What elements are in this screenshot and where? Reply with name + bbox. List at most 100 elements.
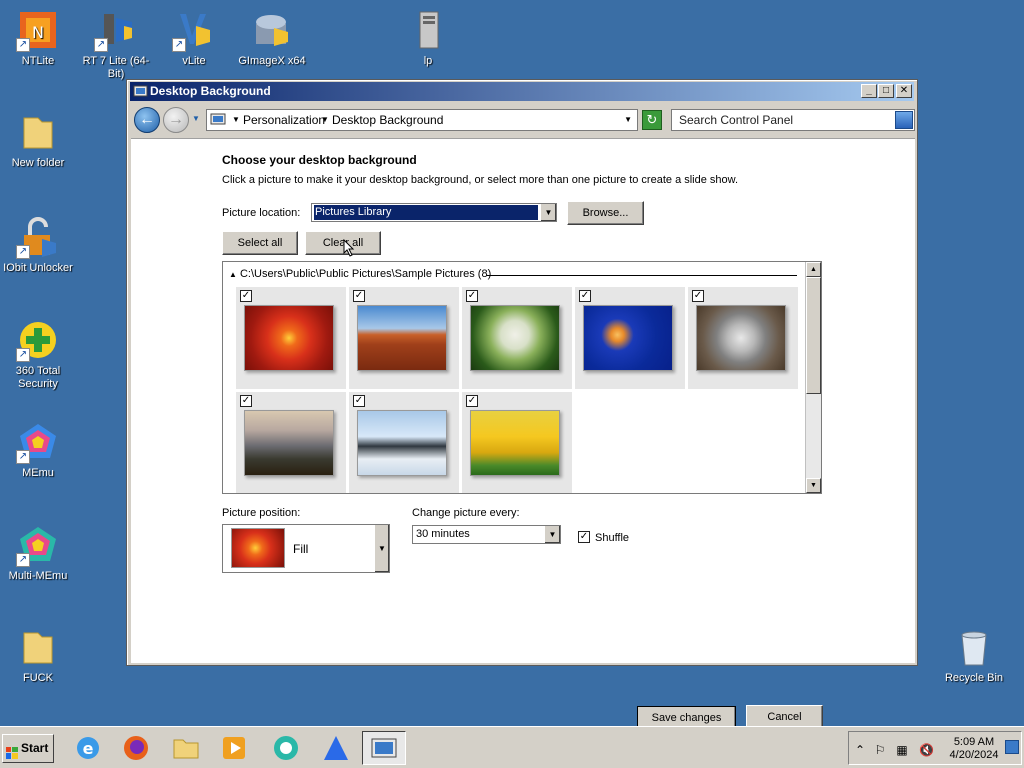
- blue-app-icon: [324, 736, 348, 760]
- show-hidden-icons-icon[interactable]: ⌃: [853, 743, 867, 757]
- picture-tile-lighthouse[interactable]: ✓: [236, 392, 346, 493]
- window-titlebar[interactable]: Desktop Background _ □ ✕: [130, 82, 914, 101]
- show-desktop-button[interactable]: [1005, 740, 1019, 754]
- back-button[interactable]: ←: [134, 107, 160, 133]
- clock[interactable]: 5:09 AM 4/20/2024: [943, 736, 1005, 762]
- taskbar-internet-explorer[interactable]: e: [66, 731, 110, 765]
- desktop-icon-iobit-unlocker[interactable]: ↗ IObit Unlocker: [0, 215, 76, 275]
- taskbar-firefox[interactable]: [114, 731, 158, 765]
- picture-tile-chrysanthemum[interactable]: ✓: [236, 287, 346, 389]
- start-label: Start: [21, 741, 49, 755]
- picture-position-label: Picture position:: [222, 507, 301, 519]
- network-icon[interactable]: ▦: [895, 743, 909, 757]
- desktop-icon-memu[interactable]: ↗ MEmu: [0, 420, 76, 480]
- scroll-thumb[interactable]: [806, 277, 821, 394]
- picture-position-select[interactable]: Fill ▼: [222, 524, 390, 573]
- picture-checkbox[interactable]: ✓: [240, 290, 252, 302]
- start-button[interactable]: Start: [2, 734, 54, 763]
- browse-button[interactable]: Browse...: [567, 201, 644, 225]
- scroll-up-arrow-icon[interactable]: ▲: [806, 262, 821, 277]
- address-dropdown-icon[interactable]: ▼: [624, 110, 632, 130]
- chevron-down-icon[interactable]: ▼: [540, 204, 556, 221]
- koala-picture: [696, 305, 786, 371]
- taskbar-media-player[interactable]: [212, 731, 256, 765]
- picture-tile-jellyfish[interactable]: ✓: [575, 287, 685, 389]
- chevron-down-icon[interactable]: ▼: [321, 110, 329, 130]
- volume-muted-icon[interactable]: 🔇: [919, 743, 934, 757]
- picture-checkbox[interactable]: ✓: [240, 395, 252, 407]
- picture-checkbox[interactable]: ✓: [692, 290, 704, 302]
- picture-checkbox[interactable]: ✓: [353, 395, 365, 407]
- taskbar-control-panel[interactable]: [362, 731, 406, 765]
- select-all-button[interactable]: Select all: [222, 231, 298, 255]
- address-field[interactable]: ▼ Personalization ▼ Desktop Background ▼: [206, 109, 638, 131]
- shortcut-arrow-icon: ↗: [94, 38, 108, 52]
- desktop-background-window: Desktop Background _ □ ✕ ← → ▼ ▼ Persona…: [126, 79, 918, 730]
- picture-location-select[interactable]: Pictures Library ▼: [311, 203, 557, 222]
- collapse-icon[interactable]: ▲: [229, 270, 237, 279]
- page-title: Choose your desktop background: [222, 153, 417, 167]
- desktop-icon-recycle-bin[interactable]: Recycle Bin: [936, 625, 1012, 685]
- hydrangeas-picture: [470, 305, 560, 371]
- picture-checkbox[interactable]: ✓: [466, 290, 478, 302]
- desktop-icon-360-security[interactable]: ↗ 360 Total Security: [0, 318, 76, 391]
- shuffle-label[interactable]: Shuffle: [595, 532, 629, 544]
- gallery-scrollbar[interactable]: ▲ ▼: [805, 262, 821, 493]
- search-input[interactable]: Search Control Panel: [671, 109, 915, 131]
- forward-button[interactable]: →: [163, 107, 189, 133]
- unlock-icon: ↗: [16, 215, 60, 259]
- desktop-icon-fuck-folder[interactable]: FUCK: [0, 625, 76, 685]
- picture-checkbox[interactable]: ✓: [353, 290, 365, 302]
- chrysanthemum-picture: [244, 305, 334, 371]
- picture-tile-hydrangeas[interactable]: ✓: [462, 287, 572, 389]
- picture-checkbox[interactable]: ✓: [579, 290, 591, 302]
- chevron-down-icon[interactable]: ▼: [544, 526, 560, 543]
- breadcrumb-personalization[interactable]: Personalization: [243, 110, 325, 130]
- desktop-icon-vlite[interactable]: ↗ vLite: [156, 8, 232, 68]
- shortcut-arrow-icon: ↗: [16, 348, 30, 362]
- back-arrow-icon: ←: [139, 111, 155, 128]
- penguins-picture: [357, 410, 447, 476]
- chevron-down-icon[interactable]: ▼: [232, 110, 240, 130]
- desktop-icon-gimagex[interactable]: GImageX x64: [234, 8, 310, 68]
- breadcrumb-desktop-background[interactable]: Desktop Background: [332, 110, 443, 130]
- search-icon[interactable]: [895, 111, 913, 129]
- desktop-icon-rt7lite[interactable]: ↗ RT 7 Lite (64-Bit): [78, 8, 154, 81]
- shortcut-arrow-icon: ↗: [16, 245, 30, 259]
- close-button[interactable]: ✕: [896, 84, 912, 98]
- taskbar-app-blue[interactable]: [314, 731, 358, 765]
- refresh-button[interactable]: ↻: [642, 110, 662, 130]
- control-panel-icon: [371, 738, 397, 758]
- picture-tile-tulips[interactable]: ✓: [462, 392, 572, 493]
- maximize-button[interactable]: □: [878, 84, 894, 98]
- shortcut-arrow-icon: ↗: [16, 38, 30, 52]
- picture-checkbox[interactable]: ✓: [466, 395, 478, 407]
- desktop-icon-multi-memu[interactable]: ↗ Multi-MEmu: [0, 523, 76, 583]
- change-picture-interval-select[interactable]: 30 minutes ▼: [412, 525, 561, 544]
- picture-position-preview: [231, 528, 285, 568]
- search-placeholder: Search Control Panel: [679, 113, 794, 127]
- memu-icon: ↗: [16, 420, 60, 464]
- picture-tile-koala[interactable]: ✓: [688, 287, 798, 389]
- picture-tile-desert[interactable]: ✓: [349, 287, 459, 389]
- desktop-icon-new-folder[interactable]: New folder: [0, 110, 76, 170]
- taskbar-file-explorer[interactable]: [164, 731, 208, 765]
- jellyfish-picture: [583, 305, 673, 371]
- taskbar-app-green[interactable]: [264, 731, 308, 765]
- tulips-picture: [470, 410, 560, 476]
- action-center-flag-icon[interactable]: ⚐: [873, 743, 887, 757]
- picture-location-label: Picture location:: [222, 207, 301, 219]
- scroll-down-arrow-icon[interactable]: ▼: [806, 478, 821, 493]
- desktop-icon-ntlite[interactable]: N ↗ NTLite: [0, 8, 76, 68]
- picture-tile-penguins[interactable]: ✓: [349, 392, 459, 493]
- rt7lite-icon: ↗: [94, 8, 138, 52]
- svg-text:N: N: [32, 23, 44, 42]
- recent-pages-dropdown[interactable]: ▼: [192, 114, 200, 123]
- minimize-button[interactable]: _: [861, 84, 877, 98]
- gallery-group-header[interactable]: ▲ C:\Users\Public\Public Pictures\Sample…: [229, 268, 491, 280]
- desktop-icon-lp[interactable]: lp: [390, 8, 466, 68]
- chevron-down-icon[interactable]: ▼: [374, 525, 389, 572]
- picture-location-value: Pictures Library: [314, 205, 538, 220]
- shuffle-checkbox[interactable]: ✓: [578, 531, 590, 543]
- control-panel-icon: [133, 84, 148, 99]
